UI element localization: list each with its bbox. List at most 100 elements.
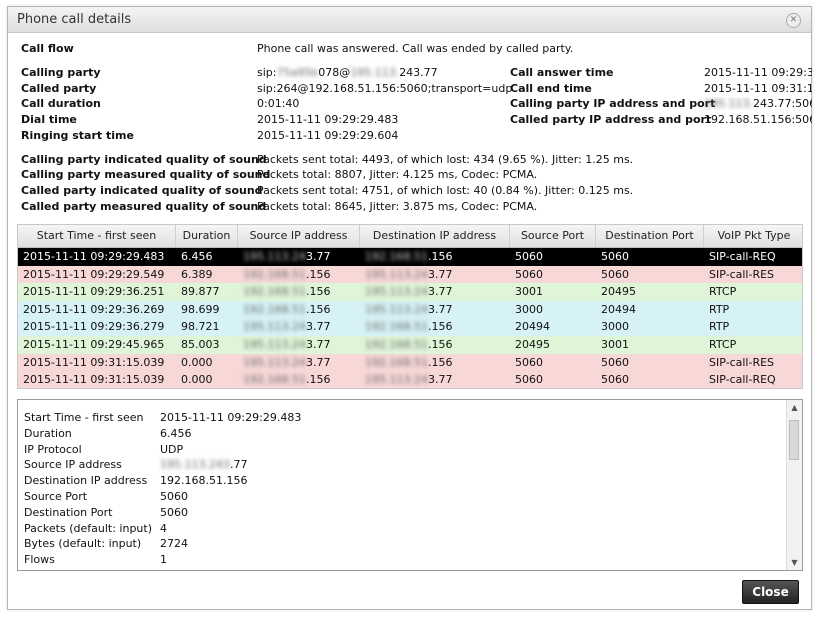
detail-key: Start Time - first seen bbox=[24, 411, 144, 424]
table-cell: 192.168.51.156 bbox=[243, 285, 331, 299]
call-flow-value: Phone call was answered. Call was ended … bbox=[257, 42, 574, 55]
end-time-label: Call end time bbox=[510, 82, 592, 95]
table-row[interactable]: 2015-11-11 09:29:29.483 6.456 195.113.243.… bbox=[18, 248, 802, 266]
detail-key: Source Port bbox=[24, 490, 88, 503]
table-cell: 195.113.243.77 bbox=[365, 373, 453, 387]
table-cell: 2015-11-11 09:29:36.251 bbox=[23, 285, 165, 299]
detail-value: 4 bbox=[160, 521, 167, 535]
table-cell: 195.113.243.77 bbox=[243, 355, 331, 369]
quality-value: Packets total: 8807, Jitter: 4.125 ms, C… bbox=[257, 168, 538, 181]
column-header-voip-pkt-type[interactable]: VoIP Pkt Type bbox=[704, 225, 802, 247]
table-cell: 5060 bbox=[601, 373, 629, 387]
table-cell: 192.168.51.156 bbox=[243, 373, 331, 387]
table-cell: 3000 bbox=[515, 302, 543, 316]
table-cell: 195.113.243.77 bbox=[365, 267, 453, 281]
dial-time-label: Dial time bbox=[21, 113, 77, 126]
scroll-down-icon[interactable]: ▼ bbox=[787, 555, 802, 570]
table-cell: 195.113.243.77 bbox=[243, 250, 331, 263]
quality-label: Called party indicated quality of sound bbox=[21, 184, 263, 197]
close-icon[interactable]: ✕ bbox=[786, 13, 801, 28]
table-row[interactable]: 2015-11-11 09:29:45.965 85.003 195.113.243… bbox=[18, 336, 802, 354]
detail-key: Source IP address bbox=[24, 458, 122, 472]
detail-key: IP Protocol bbox=[24, 442, 82, 456]
table-cell: 3001 bbox=[601, 338, 629, 351]
table-row[interactable]: 2015-11-11 09:29:29.549 6.389 192.168.51.1… bbox=[18, 265, 802, 284]
calling-ip-label: Calling party IP address and port bbox=[510, 97, 716, 110]
table-cell: 6.456 bbox=[181, 250, 213, 263]
detail-value: 2015-11-11 09:29:29.483 bbox=[160, 411, 302, 424]
scroll-up-icon[interactable]: ▲ bbox=[787, 400, 802, 415]
table-row[interactable]: 2015-11-11 09:31:15.039 0.000 195.113.243.… bbox=[18, 353, 802, 372]
table-cell: SIP-call-RES bbox=[709, 355, 775, 369]
call-flow-label: Call flow bbox=[21, 42, 74, 55]
table-cell: 192.168.51.156 bbox=[365, 338, 453, 351]
table-cell: 195.113.243.77 bbox=[243, 338, 331, 351]
answer-time-value: 2015-11-11 09:29:35. bbox=[704, 66, 812, 79]
table-cell: 0.000 bbox=[181, 373, 213, 387]
table-cell: 192.168.51.156 bbox=[243, 302, 331, 316]
phone-call-details-dialog: Phone call details ✕ Call flow Phone cal… bbox=[7, 6, 812, 610]
table-cell: 3000 bbox=[601, 320, 629, 334]
table-cell: 195.113.243.77 bbox=[365, 302, 453, 316]
detail-value: 2724 bbox=[160, 537, 188, 551]
detail-key: Duration bbox=[24, 426, 72, 440]
detail-scrollbar[interactable]: ▲ ▼ bbox=[786, 400, 802, 570]
table-cell: 195.113.243.77 bbox=[365, 285, 453, 299]
table-cell: 2015-11-11 09:29:45.965 bbox=[23, 338, 165, 351]
dialog-titlebar: Phone call details ✕ bbox=[8, 7, 811, 33]
table-cell: 2015-11-11 09:29:36.269 bbox=[23, 302, 165, 316]
table-cell: 5060 bbox=[601, 267, 629, 281]
called-party-label: Called party bbox=[21, 82, 97, 95]
detail-key: Destination Port bbox=[24, 505, 113, 519]
table-cell: 5060 bbox=[515, 250, 543, 263]
table-row[interactable]: 2015-11-11 09:31:15.039 0.000 192.168.51.1… bbox=[18, 371, 802, 388]
scroll-thumb[interactable] bbox=[789, 420, 799, 460]
table-cell: 85.003 bbox=[181, 338, 220, 351]
quality-label: Calling party indicated quality of sound bbox=[21, 153, 267, 166]
ringing-start-label: Ringing start time bbox=[21, 129, 134, 142]
table-cell: 195.113.243.77 bbox=[243, 320, 331, 334]
table-cell: 20494 bbox=[601, 302, 636, 316]
table-cell: 192.168.51.156 bbox=[365, 320, 453, 334]
column-header-start-time[interactable]: Start Time - first seen bbox=[18, 225, 176, 247]
column-header-destination-port[interactable]: Destination Port bbox=[596, 225, 704, 247]
table-cell: RTP bbox=[709, 320, 730, 334]
dial-time-value: 2015-11-11 09:29:29.483 bbox=[257, 113, 399, 126]
calling-party-value: sip:75a95b078@195.113.243.77 bbox=[257, 66, 438, 79]
table-cell: 3001 bbox=[515, 285, 543, 299]
detail-value: 5060 bbox=[160, 490, 188, 503]
detail-value: 1 bbox=[160, 553, 167, 567]
called-party-value: sip:264@192.168.51.156:5060;transport=ud… bbox=[257, 82, 513, 95]
table-cell: 5060 bbox=[515, 373, 543, 387]
table-cell: 20494 bbox=[515, 320, 550, 334]
column-header-source-ip[interactable]: Source IP address bbox=[238, 225, 360, 247]
table-cell: 2015-11-11 09:31:15.039 bbox=[23, 373, 165, 387]
call-duration-value: 0:01:40 bbox=[257, 97, 300, 110]
table-cell: 20495 bbox=[601, 285, 636, 299]
calling-party-label: Calling party bbox=[21, 66, 101, 79]
column-header-duration[interactable]: Duration bbox=[176, 225, 238, 247]
table-cell: 5060 bbox=[601, 355, 629, 369]
table-cell: 2015-11-11 09:31:15.039 bbox=[23, 355, 165, 369]
detail-value: 0a748a13627c816316c3158c2fd2b096@195.113… bbox=[160, 568, 476, 570]
table-cell: 2015-11-11 09:29:29.483 bbox=[23, 250, 165, 263]
table-header: Start Time - first seen Duration Source … bbox=[18, 225, 802, 248]
table-row[interactable]: 2015-11-11 09:29:36.269 98.699 192.168.51.… bbox=[18, 300, 802, 319]
table-cell: SIP-call-RES bbox=[709, 267, 775, 281]
table-cell: 0.000 bbox=[181, 355, 213, 369]
flow-detail-panel[interactable]: Start Time - first seen 2015-11-11 09:29:… bbox=[17, 399, 803, 571]
table-row[interactable]: 2015-11-11 09:29:36.251 89.877 192.168.51.… bbox=[18, 283, 802, 302]
table-cell: 89.877 bbox=[181, 285, 220, 299]
called-ip-value: 192.168.51.156:5060 bbox=[704, 113, 812, 126]
detail-key: Flows bbox=[24, 553, 55, 567]
quality-value: Packets sent total: 4493, of which lost:… bbox=[257, 153, 634, 166]
table-cell: 6.389 bbox=[181, 267, 213, 281]
table-cell: RTP bbox=[709, 302, 730, 316]
column-header-destination-ip[interactable]: Destination IP address bbox=[360, 225, 510, 247]
table-cell: 5060 bbox=[515, 355, 543, 369]
column-header-source-port[interactable]: Source Port bbox=[510, 225, 596, 247]
close-button[interactable]: Close bbox=[742, 580, 799, 604]
detail-key: Packets (default: input) bbox=[24, 521, 152, 535]
table-row[interactable]: 2015-11-11 09:29:36.279 98.721 195.113.243… bbox=[18, 318, 802, 337]
table-cell: RTCP bbox=[709, 285, 737, 299]
